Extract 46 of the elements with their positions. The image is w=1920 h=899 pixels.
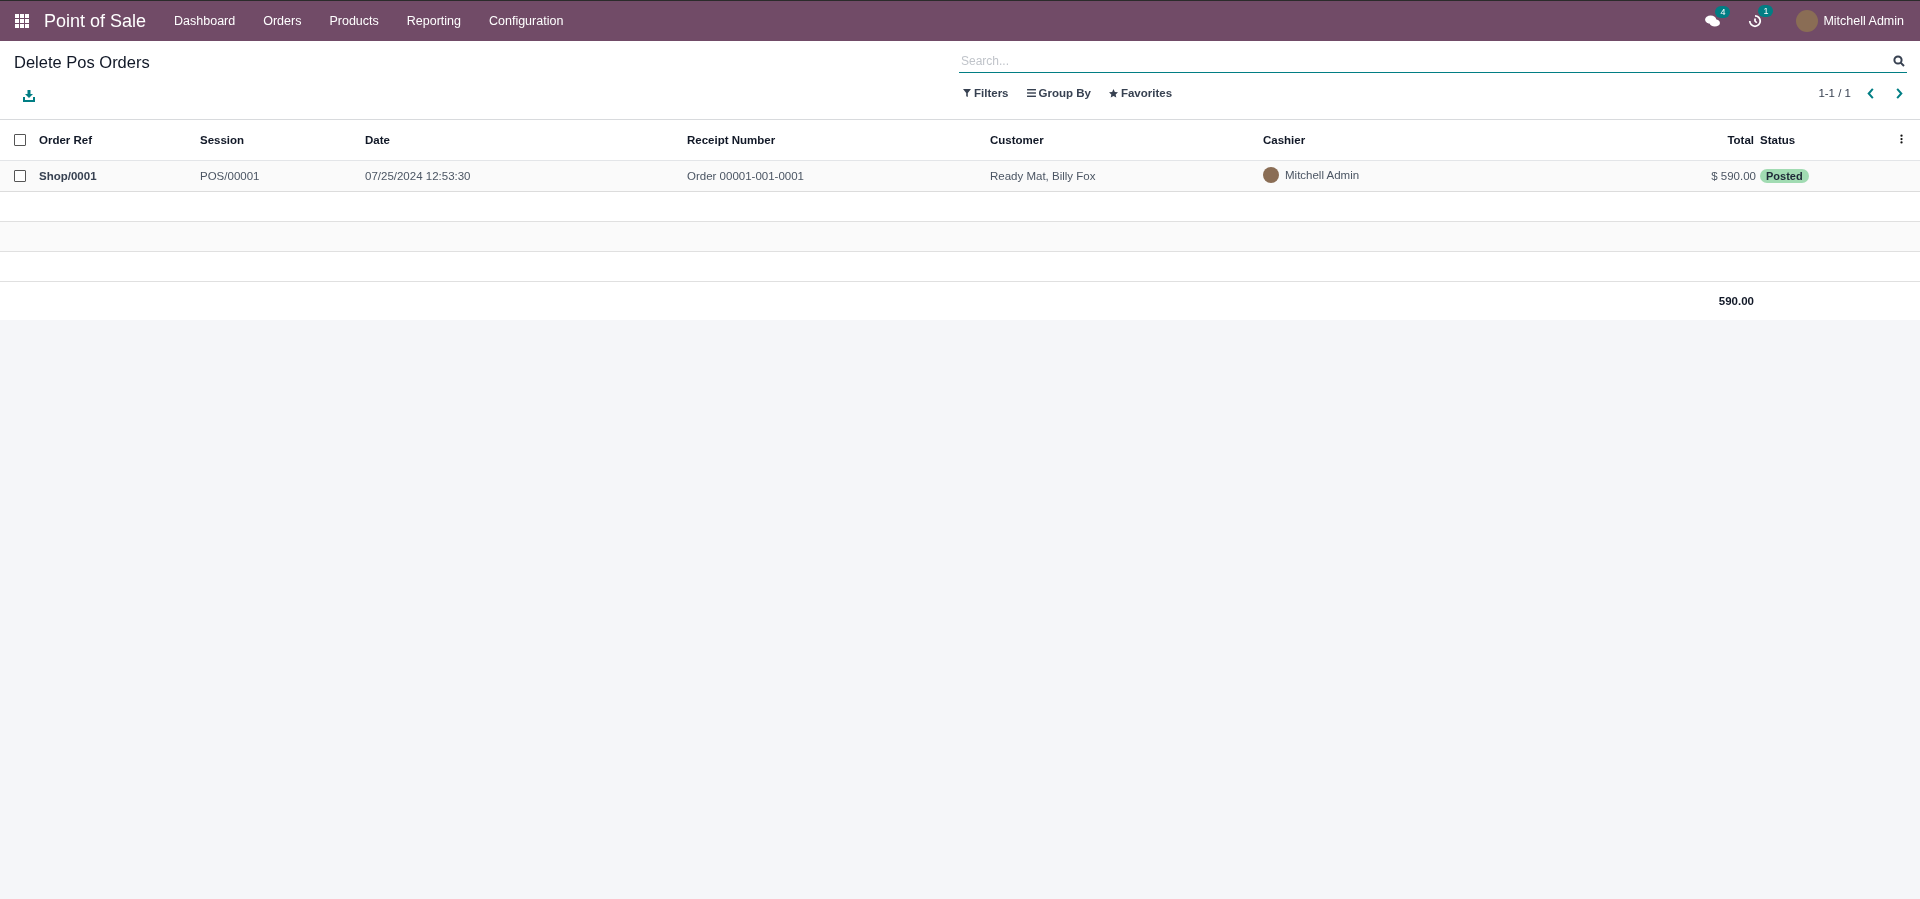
table-cell: Order 00001-001-0001 — [687, 170, 804, 182]
search-icon[interactable] — [1893, 55, 1905, 67]
notification-badge: 1 — [1758, 5, 1774, 17]
menu-item[interactable]: Configuration — [475, 14, 578, 28]
user-name[interactable]: Mitchell Admin — [1823, 14, 1904, 28]
column-header[interactable]: Order Ref — [39, 134, 93, 146]
filter-button[interactable]: Filters — [959, 85, 1013, 101]
filter-icon — [963, 89, 971, 97]
column-header[interactable]: Cashier — [1263, 134, 1306, 146]
table-cell: Mitchell Admin — [1285, 169, 1360, 181]
column-header[interactable]: Status — [1760, 134, 1796, 146]
user-avatar — [1263, 167, 1279, 183]
table-cell: Ready Mat, Billy Fox — [990, 170, 1096, 182]
table-cell: POS/00001 — [200, 170, 260, 182]
menu-item[interactable]: Products — [315, 14, 393, 28]
menu-item[interactable]: Dashboard — [160, 14, 250, 28]
table-cell: 590.00 — [1718, 295, 1754, 307]
column-header[interactable]: Receipt Number — [687, 134, 776, 146]
chevron-left-icon — [1867, 87, 1875, 99]
menu-item[interactable]: Reporting — [392, 14, 475, 28]
status-badge: Posted — [1760, 169, 1809, 183]
page-title: Delete Pos Orders — [14, 53, 150, 72]
download-icon[interactable] — [23, 90, 35, 102]
apps-grid-icon[interactable] — [15, 14, 29, 28]
table-cell: Shop/0001 — [39, 170, 97, 182]
clock-icon[interactable] — [1748, 14, 1763, 28]
column-header[interactable]: Total — [1727, 134, 1754, 146]
app-title[interactable]: Point of Sale — [44, 10, 147, 32]
menu-item[interactable]: Orders — [249, 14, 316, 28]
list-icon — [1026, 89, 1036, 97]
chevron-right-icon — [1895, 87, 1903, 99]
table-cell: 07/25/2024 12:53:30 — [365, 170, 471, 182]
table-cell: $ 590.00 — [1711, 170, 1756, 182]
filter-button[interactable]: Favorites — [1104, 85, 1177, 101]
column-header[interactable]: Customer — [990, 134, 1044, 146]
column-header[interactable]: Date — [365, 134, 390, 146]
kebab-menu-icon[interactable] — [1900, 134, 1903, 144]
column-header[interactable]: Session — [200, 134, 245, 146]
star-icon — [1108, 88, 1118, 98]
filter-button[interactable]: Group By — [1022, 85, 1095, 101]
search-field[interactable]: Search... — [959, 54, 1893, 68]
checkbox[interactable] — [14, 134, 26, 147]
pager-value[interactable]: 1-1 / 1 — [1818, 87, 1851, 99]
chat-icon[interactable] — [1705, 14, 1721, 28]
notification-badge: 4 — [1715, 5, 1731, 18]
checkbox[interactable] — [14, 170, 26, 183]
